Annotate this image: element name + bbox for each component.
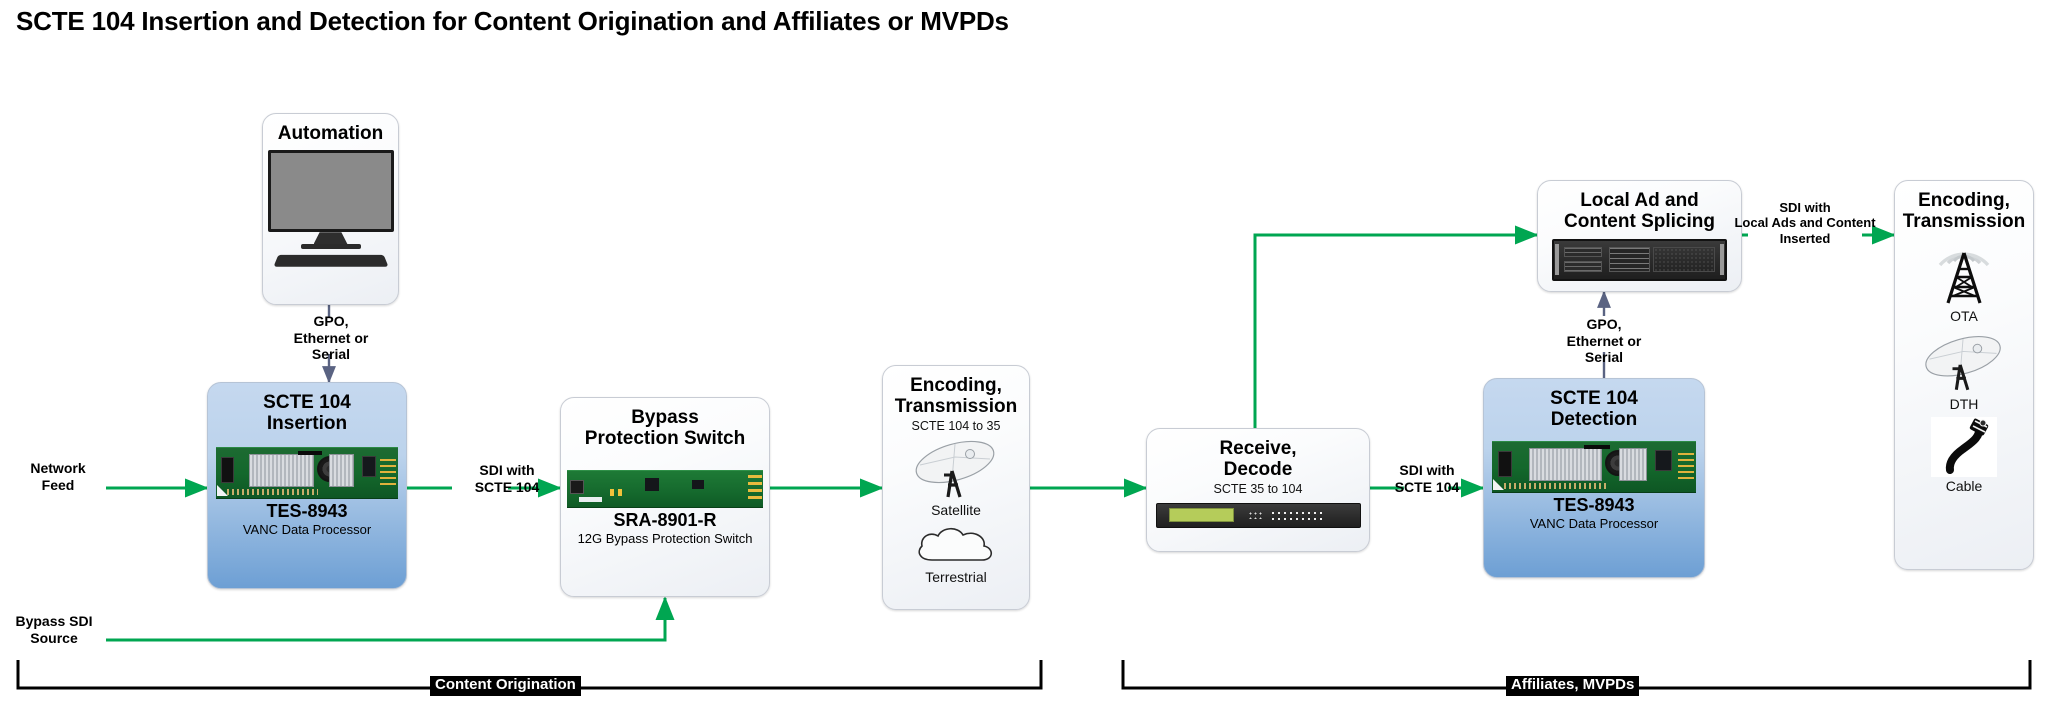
circuit-board-icon bbox=[215, 446, 399, 499]
node-bypass-protection-switch-desc: 12G Bypass Protection Switch bbox=[577, 530, 753, 546]
ota-caption: OTA bbox=[1950, 307, 1978, 324]
terrestrial-caption: Terrestrial bbox=[925, 568, 987, 585]
bracket-label-content-origination: Content Origination bbox=[430, 676, 581, 696]
edge-label-network-feed: Network Feed bbox=[30, 460, 86, 493]
edge-label-sdi-local-ads: SDI with Local Ads and Content Inserted bbox=[1734, 200, 1876, 246]
node-scte104-insertion-desc: VANC Data Processor bbox=[242, 521, 372, 537]
bracket-label-affiliates-mvpds: Affiliates, MVPDs bbox=[1506, 676, 1640, 696]
node-scte104-detection-model: TES-8943 bbox=[1553, 494, 1635, 515]
rack-receiver-icon bbox=[1155, 502, 1361, 528]
dth-caption: DTH bbox=[1949, 395, 1979, 412]
diagram-canvas: SCTE 104 Insertion and Detection for Con… bbox=[0, 0, 2048, 709]
circuit-board-icon bbox=[567, 469, 763, 508]
edge-label-sdi-scte104-b: SDI with SCTE 104 bbox=[1394, 462, 1460, 495]
node-scte104-insertion-model: TES-8943 bbox=[266, 500, 348, 521]
node-encoding-transmission-left-title: Encoding, Transmission bbox=[894, 375, 1018, 418]
node-scte104-insertion-title: SCTE 104 Insertion bbox=[263, 392, 351, 435]
node-bypass-protection-switch-model: SRA-8901-R bbox=[613, 509, 717, 530]
node-scte104-detection-title: SCTE 104 Detection bbox=[1550, 388, 1638, 431]
edge-label-gpo-left: GPO, Ethernet or Serial bbox=[293, 313, 369, 363]
circuit-board-icon bbox=[1491, 440, 1697, 493]
node-automation[interactable]: Automation bbox=[262, 113, 399, 305]
edge-label-bypass-sdi-source: Bypass SDI Source bbox=[15, 613, 93, 646]
node-receive-decode-title: Receive, Decode bbox=[1219, 438, 1297, 481]
satellite-dish-icon bbox=[1925, 335, 2001, 390]
satellite-caption: Satellite bbox=[931, 501, 981, 518]
node-automation-title: Automation bbox=[277, 123, 384, 144]
edge-label-sdi-scte104-a: SDI with SCTE 104 bbox=[474, 462, 540, 495]
edge-label-gpo-right: GPO, Ethernet or Serial bbox=[1566, 316, 1642, 366]
node-local-ad-content-splicing-title: Local Ad and Content Splicing bbox=[1564, 190, 1715, 233]
node-receive-decode-sub: SCTE 35 to 104 bbox=[1213, 481, 1303, 496]
coax-cable-icon bbox=[1931, 416, 1997, 477]
node-encoding-transmission-right[interactable]: Encoding, Transmission OTA DTH Cable bbox=[1894, 180, 2034, 570]
cloud-icon bbox=[918, 527, 993, 561]
cable-caption: Cable bbox=[1945, 477, 1983, 494]
broadcast-tower-icon bbox=[1938, 252, 1990, 304]
node-scte104-detection[interactable]: SCTE 104 Detection TES-8943 VANC Data Pr… bbox=[1483, 378, 1705, 578]
node-scte104-insertion[interactable]: SCTE 104 Insertion TES-8943 VANC Data Pr… bbox=[207, 382, 407, 589]
node-receive-decode[interactable]: Receive, Decode SCTE 35 to 104 bbox=[1146, 428, 1370, 552]
node-bypass-protection-switch-title: Bypass Protection Switch bbox=[584, 407, 746, 450]
rack-server-icon bbox=[1552, 238, 1727, 281]
node-encoding-transmission-left-sub: SCTE 104 to 35 bbox=[911, 418, 1001, 433]
node-local-ad-content-splicing[interactable]: Local Ad and Content Splicing bbox=[1537, 180, 1742, 292]
node-bypass-protection-switch[interactable]: Bypass Protection Switch SRA-8901-R 12G … bbox=[560, 397, 770, 597]
node-encoding-transmission-left[interactable]: Encoding, Transmission SCTE 104 to 35 Sa… bbox=[882, 365, 1030, 610]
node-encoding-transmission-right-title: Encoding, Transmission bbox=[1902, 190, 2026, 233]
satellite-dish-icon bbox=[915, 440, 995, 498]
node-scte104-detection-desc: VANC Data Processor bbox=[1529, 515, 1659, 531]
desktop-computer-icon bbox=[267, 150, 394, 267]
